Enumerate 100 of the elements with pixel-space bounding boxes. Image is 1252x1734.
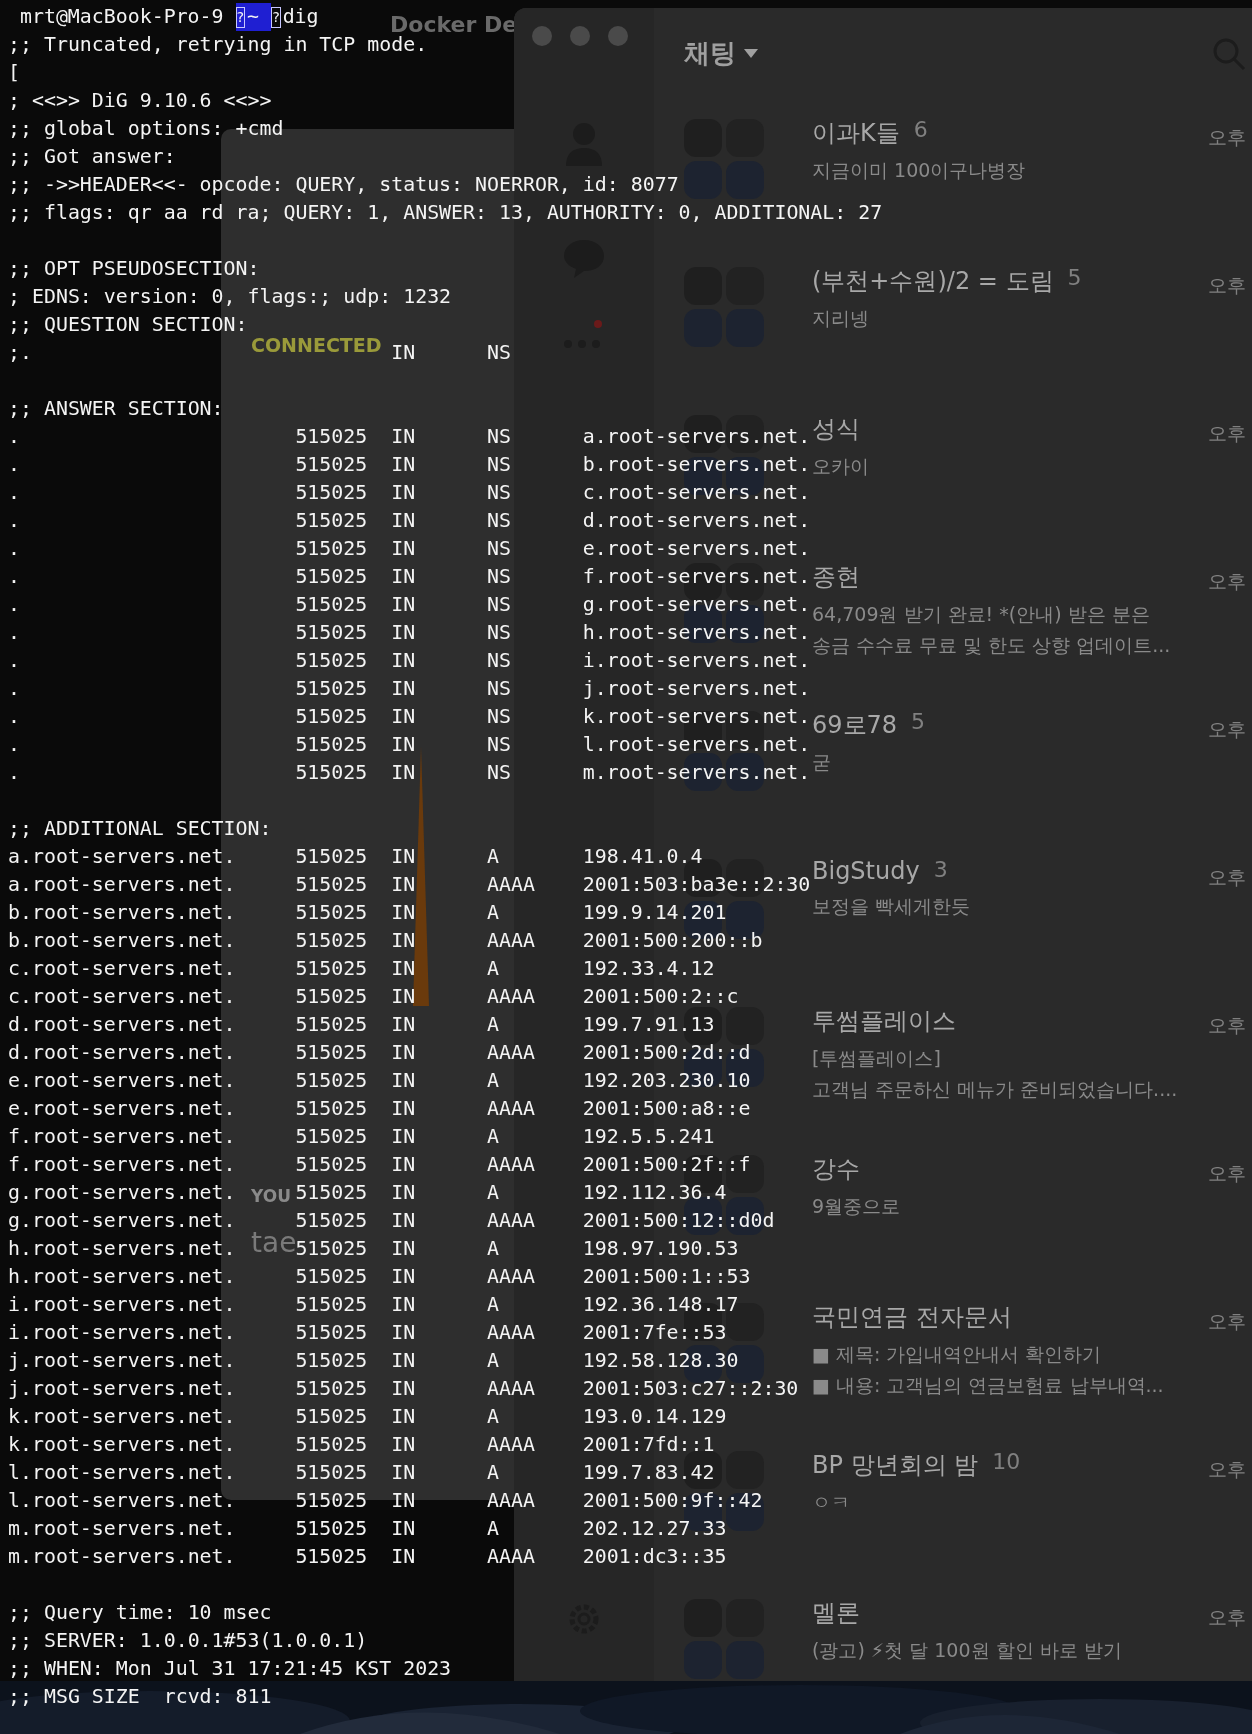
record-name: . bbox=[8, 620, 20, 646]
record-name: . bbox=[8, 760, 20, 786]
record-type: AAAA bbox=[487, 1208, 535, 1234]
record-name: . bbox=[8, 564, 20, 590]
command: dig bbox=[282, 4, 319, 30]
record-name: i.root-servers.net. bbox=[8, 1292, 236, 1318]
record-name: h.root-servers.net. bbox=[8, 1264, 236, 1290]
record-class: IN bbox=[391, 1096, 416, 1122]
record-data: g.root-servers.net. bbox=[582, 592, 811, 618]
zoom-button[interactable] bbox=[608, 26, 628, 46]
record-class: IN bbox=[391, 508, 416, 534]
record-ttl: 515025 bbox=[295, 1012, 368, 1038]
record-class: IN bbox=[391, 844, 416, 870]
terminal-line: ;; OPT PSEUDOSECTION: bbox=[8, 256, 260, 282]
message-preview: ■ 제목: 가입내역안내서 확인하기 bbox=[812, 1342, 1102, 1367]
record-type: A bbox=[487, 1124, 499, 1150]
message-time: 오후 bbox=[1208, 125, 1246, 150]
record-class: IN bbox=[391, 1236, 416, 1262]
record-data: 199.7.91.13 bbox=[582, 1012, 715, 1038]
record-data: 198.41.0.4 bbox=[582, 844, 703, 870]
record-name: d.root-servers.net. bbox=[8, 1012, 236, 1038]
record-type: AAAA bbox=[487, 1376, 535, 1402]
record-ttl: 515025 bbox=[295, 676, 368, 702]
record-type: AAAA bbox=[487, 984, 535, 1010]
terminal-line: ; <<>> DiG 9.10.6 <<>> bbox=[8, 88, 272, 114]
record-class: IN bbox=[391, 1516, 416, 1542]
minimize-button[interactable] bbox=[570, 26, 590, 46]
chat-title[interactable]: 채팅 bbox=[684, 36, 736, 71]
connection-status: CONNECTED bbox=[251, 334, 382, 356]
record-type: AAAA bbox=[487, 1040, 535, 1066]
terminal-line: ;; MSG SIZE rcvd: 811 bbox=[8, 1684, 272, 1710]
message-time: 오후 bbox=[1208, 717, 1246, 742]
record-type: AAAA bbox=[487, 1152, 535, 1178]
record-name: . bbox=[8, 480, 20, 506]
record-data: 2001:500:2::c bbox=[582, 984, 739, 1010]
message-time: 오후 bbox=[1208, 569, 1246, 594]
record-ttl: 515025 bbox=[295, 508, 368, 534]
missing-glyph: ? bbox=[271, 6, 281, 28]
record-class: IN bbox=[391, 648, 416, 674]
record-type: NS bbox=[487, 676, 511, 702]
record-data: 2001:dc3::35 bbox=[582, 1544, 727, 1570]
terminal-line: ;; global options: +cmd bbox=[8, 116, 284, 142]
record-ttl: 515025 bbox=[295, 424, 368, 450]
record-type: A bbox=[487, 1404, 499, 1430]
record-class: IN bbox=[391, 1544, 416, 1570]
record-data: h.root-servers.net. bbox=[582, 620, 811, 646]
message-time: 오후 bbox=[1208, 1309, 1246, 1334]
record-class: IN bbox=[391, 956, 416, 982]
user-label: YOU bbox=[251, 1186, 291, 1206]
record-data: 2001:500:2f::f bbox=[582, 1152, 751, 1178]
record-name: . bbox=[8, 648, 20, 674]
terminal-line: ;; WHEN: Mon Jul 31 17:21:45 KST 2023 bbox=[8, 1656, 452, 1682]
record-type: A bbox=[487, 1012, 499, 1038]
record-ttl: 515025 bbox=[295, 1320, 368, 1346]
record-ttl: 515025 bbox=[295, 1040, 368, 1066]
message-preview: (광고) ⚡첫 달 100원 할인 바로 받기 bbox=[812, 1638, 1122, 1663]
record-class: IN bbox=[391, 536, 416, 562]
record-type: NS bbox=[487, 620, 511, 646]
record-type: A bbox=[487, 956, 499, 982]
record-class: IN bbox=[391, 732, 416, 758]
message-time: 오후 bbox=[1208, 421, 1246, 446]
record-ttl: 515025 bbox=[295, 760, 368, 786]
record-type: A bbox=[487, 1516, 499, 1542]
record-type: NS bbox=[487, 732, 511, 758]
record-ttl: 515025 bbox=[295, 1096, 368, 1122]
record-data: 192.33.4.12 bbox=[582, 956, 715, 982]
record-data: 202.12.27.33 bbox=[582, 1516, 727, 1542]
record-class: IN bbox=[391, 424, 416, 450]
record-data: i.root-servers.net. bbox=[582, 648, 811, 674]
record-type: AAAA bbox=[487, 1096, 535, 1122]
record-name: g.root-servers.net. bbox=[8, 1208, 236, 1234]
record-ttl: 515025 bbox=[295, 1264, 368, 1290]
record-data: k.root-servers.net. bbox=[582, 704, 811, 730]
record-data: 193.0.14.129 bbox=[582, 1404, 727, 1430]
record-ttl: 515025 bbox=[295, 1516, 368, 1542]
record-name: a.root-servers.net. bbox=[8, 844, 236, 870]
record-class: IN bbox=[391, 1208, 416, 1234]
terminal-line: ;; flags: qr aa rd ra; QUERY: 1, ANSWER: 13, AUTHORITY: 0, ADDITIONAL: 27 bbox=[8, 200, 883, 226]
record-class: IN bbox=[391, 1180, 416, 1206]
record-type: NS bbox=[487, 536, 511, 562]
message-preview: 지금이미 100이구나병장 bbox=[812, 158, 1026, 183]
record-data: 192.58.128.30 bbox=[582, 1348, 739, 1374]
message-preview: 보정을 빡세게한듯 bbox=[812, 894, 971, 919]
chat-name: 강수 bbox=[812, 1154, 860, 1185]
chat-name: 국민연금 전자문서 bbox=[812, 1302, 1012, 1333]
terminal-line: ;; Got answer: bbox=[8, 144, 176, 170]
caret-icon[interactable] bbox=[744, 49, 758, 58]
record-class: IN bbox=[391, 340, 416, 366]
chat-name: 종현 bbox=[812, 562, 860, 593]
record-type: AAAA bbox=[487, 872, 535, 898]
close-button[interactable] bbox=[532, 26, 552, 46]
record-class: IN bbox=[391, 1376, 416, 1402]
record-class: IN bbox=[391, 1404, 416, 1430]
record-type: AAAA bbox=[487, 1544, 535, 1570]
record-class: IN bbox=[391, 676, 416, 702]
record-class: IN bbox=[391, 1068, 416, 1094]
record-name: . bbox=[8, 592, 20, 618]
record-class: IN bbox=[391, 984, 416, 1010]
record-class: IN bbox=[391, 620, 416, 646]
record-ttl: 515025 bbox=[295, 1180, 368, 1206]
